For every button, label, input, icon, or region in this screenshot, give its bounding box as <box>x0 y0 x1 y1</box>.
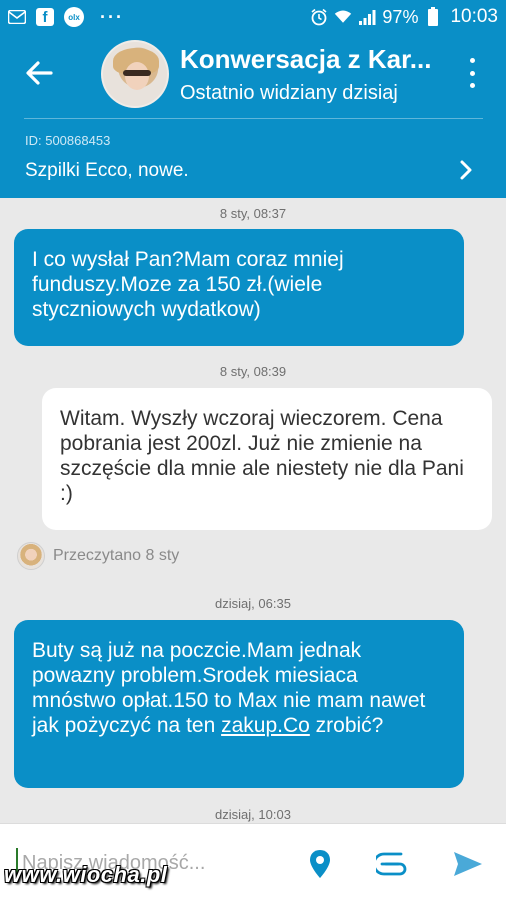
location-pin-icon[interactable] <box>304 848 336 880</box>
signal-icon <box>358 8 376 26</box>
watermark: www.wiocha.pl <box>4 862 168 887</box>
message-bubble-outgoing[interactable]: I co wysłał Pan?Mam coraz mniej funduszy… <box>14 229 464 346</box>
battery-percent: 97% <box>382 6 419 27</box>
message-text: I co wysłał Pan?Mam coraz mniej funduszy… <box>32 248 344 321</box>
last-seen-status: Ostatnio widziany dzisiaj <box>180 82 398 104</box>
alarm-icon <box>310 8 328 26</box>
back-arrow-icon[interactable] <box>22 56 56 90</box>
battery-icon <box>424 7 442 26</box>
read-receipt: Przeczytano 8 sty <box>17 542 179 570</box>
page-title: Konwersacja z Kar... <box>180 44 432 74</box>
send-icon[interactable] <box>452 848 484 880</box>
ad-title-link[interactable]: Szpilki Ecco, nowe. <box>25 160 189 182</box>
wifi-icon <box>334 8 352 26</box>
more-options-icon[interactable] <box>462 58 482 88</box>
message-bubble-incoming[interactable]: Witam. Wyszły wczoraj wieczorem. Cena po… <box>42 388 492 530</box>
conversation-header: Konwersacja z Kar... Ostatnio widziany d… <box>0 34 506 198</box>
ad-id: ID: 500868453 <box>25 133 111 148</box>
clock: 10:03 <box>450 6 498 27</box>
header-divider <box>24 118 483 119</box>
status-bar: f olx ··· 97% 10:03 <box>0 0 506 34</box>
message-text: zrobić? <box>309 714 384 737</box>
message-timestamp: 8 sty, 08:39 <box>219 364 287 379</box>
avatar[interactable] <box>101 40 169 108</box>
message-bubble-outgoing[interactable]: Buty są już na poczcie.Mam jednak powazn… <box>14 620 464 788</box>
facebook-icon: f <box>36 8 54 26</box>
message-list[interactable]: 8 sty, 08:37 I co wysłał Pan?Mam coraz m… <box>0 198 506 823</box>
message-timestamp: 8 sty, 08:37 <box>219 206 287 221</box>
read-receipt-text: Przeczytano 8 sty <box>53 547 180 564</box>
attachment-icon[interactable] <box>376 848 408 880</box>
more-dots-icon: ··· <box>100 6 124 27</box>
message-link[interactable]: zakup.Co <box>221 714 310 737</box>
chevron-right-icon[interactable] <box>456 158 476 182</box>
message-timestamp: dzisiaj, 10:03 <box>215 807 291 822</box>
message-text: Witam. Wyszły wczoraj wieczorem. Cena po… <box>60 407 464 505</box>
avatar <box>17 542 45 570</box>
olx-icon: olx <box>64 7 84 27</box>
gmail-icon <box>8 8 26 26</box>
message-timestamp: dzisiaj, 06:35 <box>215 596 291 611</box>
